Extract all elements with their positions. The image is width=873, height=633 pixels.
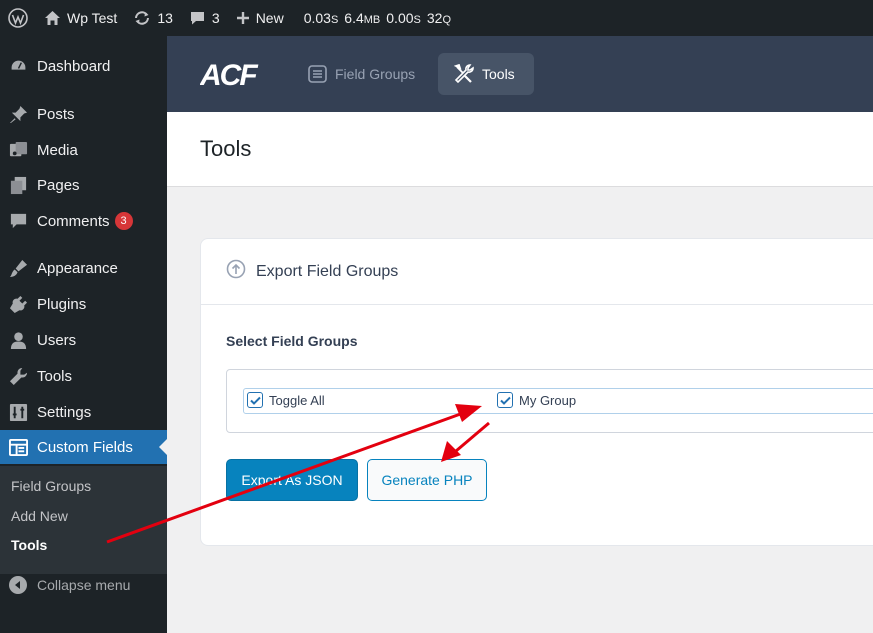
collapse-icon [9, 576, 27, 594]
home-icon [45, 11, 60, 25]
menu-users[interactable]: Users [0, 323, 167, 357]
acf-header: ACF Field Groups Tools [167, 36, 873, 112]
menu-appearance[interactable]: Appearance [0, 251, 167, 285]
card-header: Export Field Groups [201, 239, 873, 305]
plug-icon [8, 294, 28, 314]
menu-posts[interactable]: Posts [0, 97, 167, 131]
plus-icon [236, 12, 249, 24]
user-icon [8, 330, 28, 350]
refresh-icon [135, 11, 150, 25]
brush-icon [8, 258, 28, 278]
stat-time1: 0.03S [303, 10, 339, 26]
svg-text:ACF: ACF [200, 60, 258, 88]
fields-icon [8, 437, 28, 457]
submenu-field-groups[interactable]: Field Groups [11, 478, 91, 494]
comment-icon [190, 12, 204, 25]
media-icon [8, 140, 28, 160]
page-title: Tools [200, 136, 252, 161]
toggle-all-checkbox[interactable] [247, 392, 263, 408]
submenu-add-new[interactable]: Add New [11, 508, 68, 524]
list-icon [308, 65, 327, 83]
card-title: Export Field Groups [256, 262, 399, 280]
export-json-button[interactable]: Export As JSON [226, 459, 358, 501]
updates-count: 13 [157, 10, 173, 26]
wordpress-logo-icon[interactable] [0, 0, 36, 36]
select-field-groups-label: Select Field Groups [226, 333, 358, 349]
menu-custom-fields[interactable]: Custom Fields [0, 430, 167, 464]
menu-media[interactable]: Media [0, 133, 167, 167]
dashboard-icon [8, 56, 28, 76]
generate-php-button[interactable]: Generate PHP [367, 459, 487, 501]
menu-dashboard[interactable]: Dashboard [0, 49, 167, 83]
toggle-all-option[interactable]: Toggle All [247, 392, 325, 408]
menu-pages[interactable]: Pages [0, 168, 167, 202]
query-monitor-stats[interactable]: 0.03S 6.4MB 0.00S 32Q [296, 0, 459, 36]
menu-plugins[interactable]: Plugins [0, 287, 167, 321]
upload-icon [226, 259, 246, 284]
site-name: Wp Test [67, 10, 118, 26]
active-indicator [159, 439, 167, 455]
checklist-row: Toggle All My Group [243, 388, 873, 414]
my-group-option[interactable]: My Group [497, 392, 576, 408]
sliders-icon [8, 402, 28, 422]
tab-tools[interactable]: Tools [438, 53, 534, 95]
comments-link[interactable]: 3 [181, 0, 228, 36]
comments-badge: 3 [114, 212, 133, 230]
page-header: Tools [167, 112, 873, 187]
stat-queries: 32Q [426, 10, 451, 26]
site-name-link[interactable]: Wp Test [36, 0, 125, 36]
pages-icon [8, 175, 28, 195]
menu-settings[interactable]: Settings [0, 395, 167, 429]
comment-icon [8, 211, 28, 231]
field-group-checklist: Toggle All My Group [226, 369, 873, 433]
wrench-icon [8, 366, 28, 386]
menu-tools[interactable]: Tools [0, 359, 167, 393]
admin-bar: Wp Test 13 3 New 0.03S 6.4MB 0.00S 32Q [0, 0, 873, 36]
new-content-link[interactable]: New [228, 0, 292, 36]
comments-count: 3 [211, 10, 220, 26]
my-group-checkbox[interactable] [497, 392, 513, 408]
collapse-menu-button[interactable]: Collapse menu [0, 572, 130, 598]
tools-icon [454, 64, 474, 84]
tab-field-groups[interactable]: Field Groups [292, 53, 431, 95]
custom-fields-submenu: Field Groups Add New Tools [0, 466, 167, 574]
submenu-tools[interactable]: Tools [11, 537, 47, 553]
pin-icon [8, 104, 28, 124]
stat-time2: 0.00S [386, 10, 421, 26]
export-field-groups-card: Export Field Groups Select Field Groups … [200, 238, 873, 546]
new-label: New [255, 10, 284, 26]
menu-comments[interactable]: Comments 3 [0, 204, 167, 238]
acf-logo[interactable]: ACF [199, 59, 260, 93]
stat-memory: 6.4MB [344, 10, 381, 26]
updates-link[interactable]: 13 [125, 0, 181, 36]
